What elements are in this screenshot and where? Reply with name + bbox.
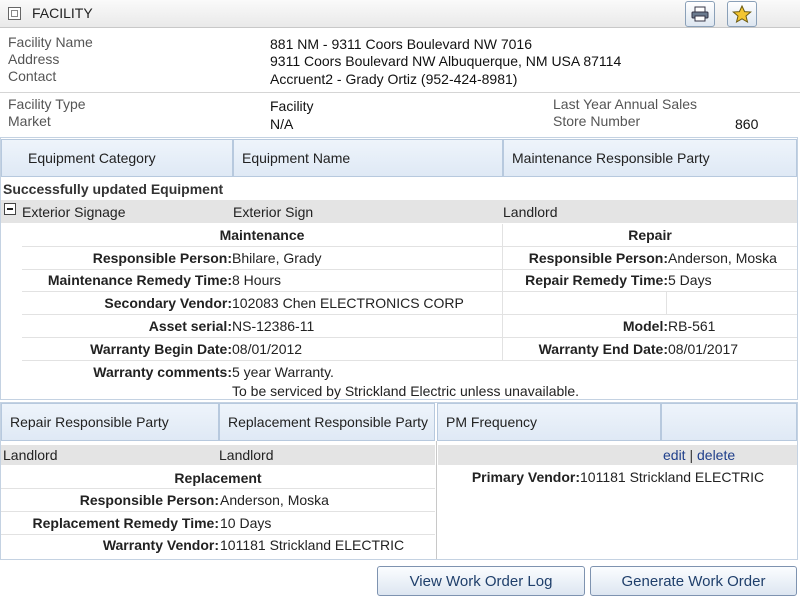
column-header-equipment-category[interactable]: Equipment Category: [1, 139, 233, 177]
edit-delete-links: edit | delete: [663, 447, 735, 463]
warranty-comments-line2: To be serviced by Strickland Electric un…: [232, 383, 580, 399]
annual-sales-label: Last Year Annual Sales: [553, 96, 698, 112]
delete-link[interactable]: delete: [697, 447, 735, 463]
asset-serial-value: NS-12386-11: [232, 318, 315, 334]
printer-icon: [691, 6, 709, 22]
store-number-value: 860: [735, 116, 759, 132]
equipment-category-cell: Exterior Signage: [22, 204, 126, 220]
warranty-vendor-label: Warranty Vendor:: [102, 537, 219, 553]
maintenance-responsible-value: Bhilare, Grady: [232, 250, 322, 266]
replacement-responsible-value: Anderson, Moska: [220, 492, 329, 508]
facility-type-value: Facility: [270, 98, 314, 114]
warranty-comments-label: Warranty comments:: [93, 364, 232, 380]
generate-work-order-button[interactable]: Generate Work Order: [590, 566, 797, 596]
repair-remedy-label: Repair Remedy Time:: [525, 272, 668, 288]
column-header-blank: [661, 403, 797, 441]
replacement-party-cell: Landlord: [219, 447, 274, 463]
secondary-vendor-value: 102083 Chen ELECTRONICS CORP: [232, 295, 464, 311]
facility-type-label: Facility Type: [8, 96, 86, 112]
edit-link[interactable]: edit: [663, 447, 686, 463]
repair-responsible-value: Anderson, Moska: [668, 250, 777, 266]
replacement-remedy-label: Replacement Remedy Time:: [32, 515, 219, 531]
column-header-maintenance-party[interactable]: Maintenance Responsible Party: [503, 139, 797, 177]
maintenance-party-cell: Landlord: [503, 204, 558, 220]
star-icon: [732, 5, 752, 23]
favorite-button[interactable]: [727, 1, 757, 27]
store-number-label: Store Number: [553, 113, 641, 129]
primary-vendor-label: Primary Vendor:: [471, 469, 580, 485]
lower-row-left: [1, 445, 435, 465]
replacement-title: Replacement: [174, 470, 262, 486]
equipment-name-cell: Exterior Sign: [233, 204, 314, 220]
minus-square-icon[interactable]: [4, 203, 16, 215]
column-header-repair-party[interactable]: Repair Responsible Party: [1, 403, 219, 441]
maintenance-remedy-label: Maintenance Remedy Time:: [47, 272, 232, 288]
secondary-vendor-label: Secondary Vendor:: [104, 295, 232, 311]
facility-section-title: FACILITY: [32, 5, 93, 21]
market-label: Market: [8, 113, 51, 129]
success-message: Successfully updated Equipment: [3, 181, 224, 197]
address-value: 9311 Coors Boulevard NW Albuquerque, NM …: [270, 53, 622, 69]
repair-responsible-label: Responsible Person:: [528, 250, 668, 266]
replacement-remedy-value: 10 Days: [220, 515, 272, 531]
warranty-vendor-value: 101181 Strickland ELECTRIC: [220, 537, 405, 553]
facility-header-bar: FACILITY: [0, 0, 800, 28]
market-value: N/A: [270, 116, 294, 132]
warranty-begin-label: Warranty Begin Date:: [90, 341, 232, 357]
column-header-replacement-party[interactable]: Replacement Responsible Party: [219, 403, 435, 441]
print-button[interactable]: [685, 1, 715, 27]
repair-remedy-value: 5 Days: [668, 272, 712, 288]
maintenance-responsible-label: Responsible Person:: [92, 250, 232, 266]
contact-value: Accruent2 - Grady Ortiz (952-424-8981): [270, 71, 518, 87]
asset-serial-label: Asset serial:: [148, 318, 232, 334]
column-header-pm-frequency[interactable]: PM Frequency: [437, 403, 661, 441]
column-header-equipment-name[interactable]: Equipment Name: [233, 139, 503, 177]
model-value: RB-561: [668, 318, 716, 334]
maintenance-title: Maintenance: [219, 227, 305, 243]
address-label: Address: [8, 51, 60, 67]
view-work-order-log-button[interactable]: View Work Order Log: [377, 566, 585, 596]
maintenance-remedy-value: 8 Hours: [232, 272, 282, 288]
link-divider: |: [689, 447, 694, 463]
replacement-responsible-label: Responsible Person:: [79, 492, 219, 508]
collapse-square-icon[interactable]: [8, 7, 21, 20]
model-label: Model:: [622, 318, 668, 334]
facility-name-label: Facility Name: [8, 34, 93, 50]
facility-divider: [0, 92, 800, 93]
primary-vendor-value: 101181 Strickland ELECTRIC: [580, 469, 765, 485]
warranty-end-label: Warranty End Date:: [538, 341, 668, 357]
contact-label: Contact: [8, 68, 57, 84]
repair-title: Repair: [628, 227, 672, 243]
facility-name-value: 881 NM - 9311 Coors Boulevard NW 7016: [270, 36, 532, 52]
repair-party-cell: Landlord: [3, 447, 58, 463]
warranty-begin-value: 08/01/2012: [232, 341, 303, 357]
lower-row-right: [438, 445, 797, 465]
warranty-comments-line1: 5 year Warranty.: [232, 364, 334, 380]
warranty-end-value: 08/01/2017: [668, 341, 739, 357]
